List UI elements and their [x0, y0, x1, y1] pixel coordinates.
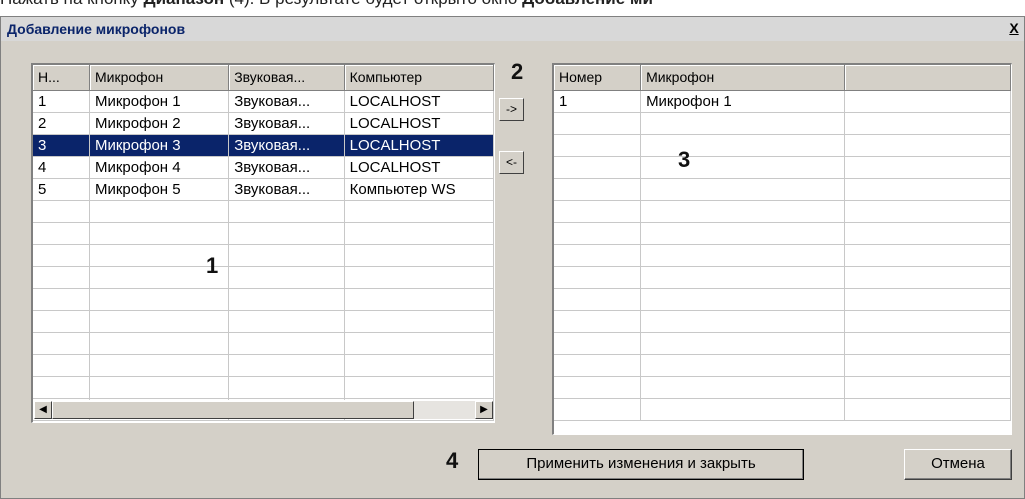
scrollbar-thumb[interactable]: [52, 401, 414, 419]
cell: Звуковая...: [228, 112, 345, 135]
table-row[interactable]: 5 Микрофон 5 Звуковая... Компьютер WS: [33, 178, 494, 201]
col-header-computer[interactable]: Компьютер: [344, 65, 494, 91]
cell: Микрофон 2: [89, 112, 230, 135]
remove-from-selected-button[interactable]: <-: [499, 151, 524, 174]
empty-row: [33, 376, 494, 399]
col-header-number[interactable]: Н...: [33, 65, 90, 91]
cell: Микрофон 1: [640, 90, 845, 113]
empty-row: [33, 332, 494, 355]
empty-row: [33, 222, 494, 245]
window-title: Добавление микрофонов: [7, 21, 186, 37]
close-button[interactable]: X: [1006, 21, 1022, 37]
cancel-button[interactable]: Отмена: [904, 449, 1012, 480]
empty-row: [554, 332, 1011, 355]
cell: LOCALHOST: [344, 90, 494, 113]
doc-text-1: Нажать на кнопку: [0, 0, 143, 8]
add-microphones-dialog: Добавление микрофонов X Н... Микрофон Зв…: [0, 16, 1025, 499]
scroll-right-arrow-icon[interactable]: ▶: [475, 401, 493, 419]
col-header-number[interactable]: Номер: [554, 65, 642, 91]
table-row[interactable]: 2 Микрофон 2 Звуковая... LOCALHOST: [33, 112, 494, 135]
cell: [844, 90, 1011, 113]
empty-row: [33, 244, 494, 267]
cell: 4: [33, 156, 90, 179]
empty-row: [554, 288, 1011, 311]
col-header-sound-card[interactable]: Звуковая...: [228, 65, 345, 91]
empty-row: [33, 354, 494, 377]
left-header-row: Н... Микрофон Звуковая... Компьютер: [33, 65, 494, 91]
cell: 5: [33, 178, 90, 201]
cell: Звуковая...: [228, 134, 345, 157]
horizontal-scrollbar[interactable]: ◀ ▶: [34, 400, 493, 419]
title-bar: Добавление микрофонов X: [1, 17, 1024, 41]
cell: 1: [554, 90, 642, 113]
annotation-3: 3: [678, 147, 691, 172]
col-header-empty[interactable]: [844, 65, 1011, 91]
empty-row: [554, 244, 1011, 267]
scroll-left-arrow-icon[interactable]: ◀: [34, 401, 52, 419]
empty-row: [554, 200, 1011, 223]
empty-row: [33, 266, 494, 289]
table-row-selected[interactable]: 3 Микрофон 3 Звуковая... LOCALHOST: [33, 134, 494, 157]
empty-row: [554, 354, 1011, 377]
cell: Компьютер WS: [344, 178, 494, 201]
table-row[interactable]: 1 Микрофон 1: [554, 90, 1011, 113]
empty-row: [33, 200, 494, 223]
empty-row: [33, 310, 494, 333]
cell: 3: [33, 134, 90, 157]
table-row[interactable]: 1 Микрофон 1 Звуковая... LOCALHOST: [33, 90, 494, 113]
selected-microphones-table[interactable]: Номер Микрофон 1 Микрофон 1: [552, 63, 1012, 435]
cell: Звуковая...: [228, 178, 345, 201]
empty-row: [554, 266, 1011, 289]
col-header-microphone[interactable]: Микрофон: [89, 65, 230, 91]
available-microphones-table[interactable]: Н... Микрофон Звуковая... Компьютер 1 Мик…: [31, 63, 495, 423]
right-header-row: Номер Микрофон: [554, 65, 1011, 91]
cell: Микрофон 4: [89, 156, 230, 179]
document-instruction-line: Нажать на кнопку Диапазон (4). В результ…: [0, 0, 1025, 9]
cell: Звуковая...: [228, 90, 345, 113]
empty-row: [554, 178, 1011, 201]
col-header-microphone[interactable]: Микрофон: [640, 65, 845, 91]
cell: Микрофон 5: [89, 178, 230, 201]
empty-row: [554, 310, 1011, 333]
empty-row: [554, 222, 1011, 245]
doc-bold-1: Диапазон: [143, 0, 224, 8]
annotation-1: 1: [206, 253, 219, 278]
annotation-4: 4: [446, 448, 459, 473]
empty-row: [554, 376, 1011, 399]
annotation-2: 2: [511, 59, 524, 84]
doc-text-2: (4). В результате будет открыто окно: [224, 0, 522, 8]
empty-row: [554, 134, 1011, 157]
doc-bold-2: Добавление ми: [522, 0, 653, 8]
cell: 1: [33, 90, 90, 113]
cell: Микрофон 1: [89, 90, 230, 113]
cell: Звуковая...: [228, 156, 345, 179]
cell: LOCALHOST: [344, 156, 494, 179]
empty-row: [554, 156, 1011, 179]
cell: LOCALHOST: [344, 112, 494, 135]
cell: 2: [33, 112, 90, 135]
add-to-selected-button[interactable]: ->: [499, 98, 524, 121]
apply-and-close-button[interactable]: Применить изменения и закрыть: [478, 449, 804, 480]
empty-row: [554, 398, 1011, 421]
empty-row: [554, 112, 1011, 135]
empty-row: [33, 288, 494, 311]
table-row[interactable]: 4 Микрофон 4 Звуковая... LOCALHOST: [33, 156, 494, 179]
cell: LOCALHOST: [344, 134, 494, 157]
cell: Микрофон 3: [89, 134, 230, 157]
